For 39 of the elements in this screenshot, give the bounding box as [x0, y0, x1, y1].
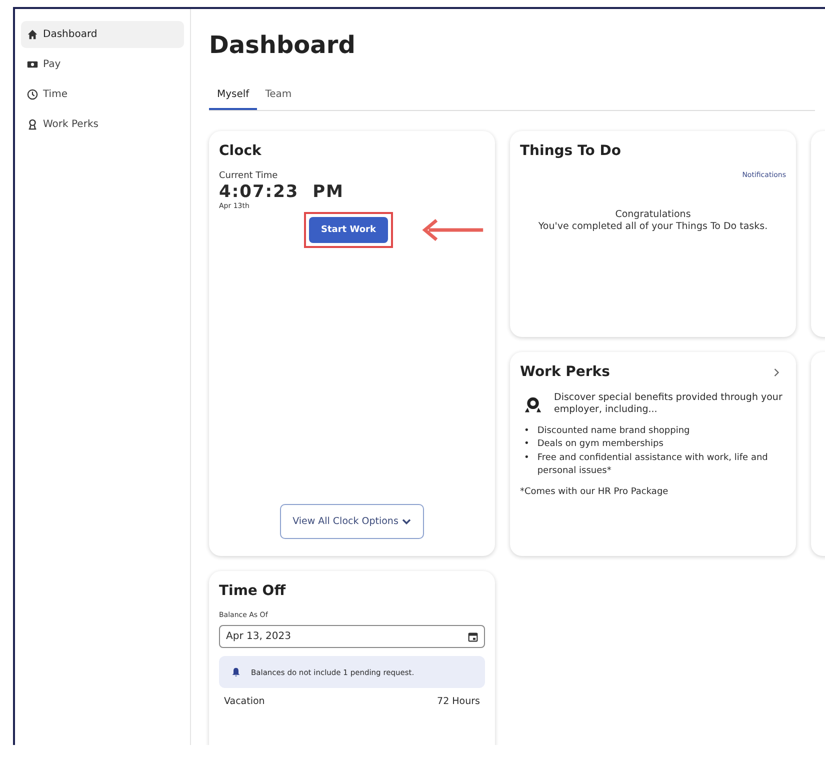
clock-icon	[27, 89, 38, 100]
tab[interactable]: Team	[257, 85, 300, 110]
footnote: *Comes with our HR Pro Package	[520, 486, 670, 497]
card-title: Clock	[219, 143, 262, 159]
home-icon	[27, 29, 38, 40]
bullet: •	[524, 424, 530, 438]
sidebar-item[interactable]: Pay	[21, 51, 184, 78]
card-title: Things To Do	[520, 143, 622, 159]
bullet: •	[524, 452, 530, 465]
completion-message: You've completed all of your Things To Do tasks.	[537, 221, 769, 234]
page-title: Dashboard	[209, 31, 356, 59]
ribbon-icon	[27, 119, 38, 130]
bullet: •	[524, 438, 530, 452]
sidebar-item[interactable]: Work Perks	[21, 111, 184, 138]
award-icon	[524, 396, 542, 414]
bell-icon	[231, 667, 241, 677]
time-label: Current Time	[219, 171, 279, 181]
start-work-button[interactable]: Start Work	[309, 217, 388, 243]
card-title: Time Off	[219, 583, 287, 599]
balance-type: Vacation	[224, 696, 265, 707]
perk-item: Free and confidential assistance with work, life and personal issues*	[537, 452, 769, 478]
chevron-right-icon[interactable]	[773, 368, 780, 377]
annotation-arrow	[420, 218, 485, 242]
money-icon	[27, 59, 38, 70]
card-title: Work Perks	[520, 364, 610, 380]
perk-item: Discounted name brand shopping	[537, 424, 690, 438]
sidebar-item[interactable]: Time	[21, 81, 184, 108]
calendar-icon[interactable]	[468, 632, 478, 642]
date-field[interactable]: Apr 13, 2023	[219, 625, 485, 648]
chevron-down-icon	[402, 518, 412, 525]
perk-item: Deals on gym memberships	[537, 438, 664, 452]
sidebar-item[interactable]: Dashboard	[21, 21, 184, 48]
balance-amount: 72 Hours	[437, 696, 480, 707]
clock-options-button[interactable]: View All Clock Options	[280, 504, 424, 539]
congratulations-heading: Congratulations	[614, 209, 692, 222]
tab[interactable]: Myself	[209, 85, 258, 110]
perks-intro: Discover special benefits provided through your employer, including...	[554, 392, 784, 417]
date-value: Apr 13, 2023	[226, 631, 292, 642]
current-time: 4:07:23 PM	[219, 182, 345, 202]
